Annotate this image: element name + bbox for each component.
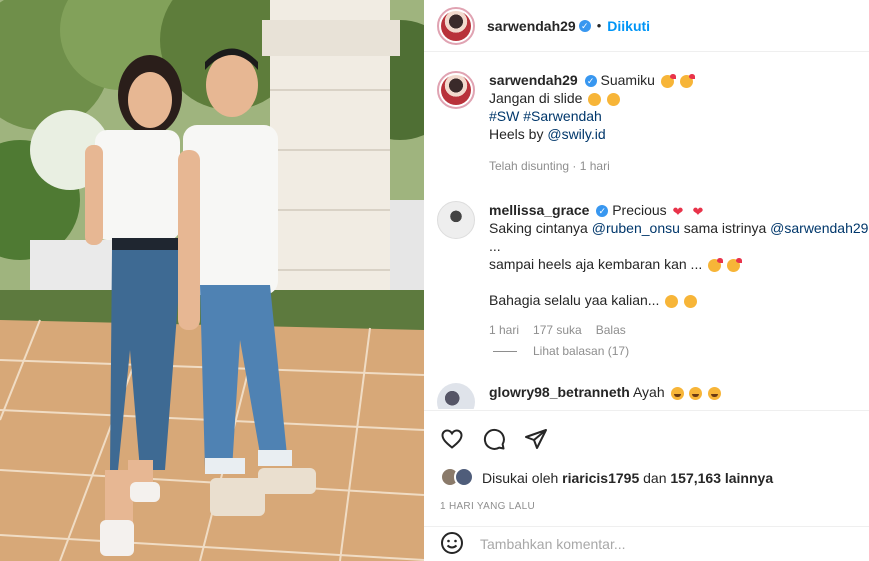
comment-text: Bahagia selalu yaa kalian... [489,292,660,308]
hashtag-link[interactable]: #Sarwendah [523,108,602,124]
view-replies-button[interactable]: Lihat balasan (17) [493,344,629,358]
hugging-emoji-icon [684,294,698,308]
liked-by-user[interactable]: riaricis1795 [562,470,639,486]
liked-by-mid: dan [643,470,667,486]
liked-by-count[interactable]: 157,163 lainnya [670,470,773,486]
heart-icon[interactable] [440,427,464,451]
comment-icon[interactable] [482,427,506,451]
post-photo[interactable] [0,0,424,561]
hugging-emoji-icon [665,294,679,308]
separator-dot: • [596,18,602,33]
mention-link[interactable]: @swily.id [547,126,605,142]
comment-input[interactable]: Tambahkan komentar... [480,536,626,552]
likes-summary: Disukai oleh riaricis1795 dan 157,163 la… [440,467,773,489]
author-avatar[interactable] [437,6,475,45]
liker-avatars [440,467,476,489]
comment-composer: Tambahkan komentar... [424,526,869,561]
verified-badge-icon: ✓ [578,19,591,32]
comment-text: Ayah [632,384,665,400]
post-header: sarwendah29 ✓ • Diikuti [424,0,869,52]
hugging-emoji-icon [588,92,602,106]
commenter-avatar[interactable] [437,383,475,409]
comment-text: Precious [612,202,667,218]
comment-text: Saking cintanya [489,220,588,236]
commenter-username[interactable]: glowry98_betranneth [489,384,630,400]
kiss-emoji-icon [708,257,724,272]
laughing-emoji-icon [708,386,722,400]
post-detail-panel: sarwendah29 ✓ • Diikuti sarwendah29 ✓ Su… [424,0,869,561]
caption-row: sarwendah29 ✓ Suamiku Jangan di slide #S… [437,71,869,175]
header-user-info: sarwendah29 ✓ • Diikuti [487,18,650,34]
comment-meta: 1 hari 177 suka Balas [489,321,869,339]
follow-status-button[interactable]: Diikuti [607,18,650,34]
post-actions-section: Disukai oleh riaricis1795 dan 157,163 la… [424,410,869,526]
comment-likes[interactable]: 177 suka [533,321,582,339]
laughing-emoji-icon [670,386,684,400]
kiss-emoji-icon [679,73,695,88]
author-username[interactable]: sarwendah29 [487,18,576,34]
comment-text: sama istrinya [683,220,767,236]
liked-by-prefix: Disukai oleh [482,470,559,486]
action-icons [440,427,548,451]
comment-body: mellissa_grace ✓ Precious Saking cintany… [489,201,869,339]
caption-body: sarwendah29 ✓ Suamiku Jangan di slide #S… [489,71,869,175]
comments-list[interactable]: sarwendah29 ✓ Suamiku Jangan di slide #S… [424,53,869,409]
caption-username[interactable]: sarwendah29 [489,72,578,88]
heart-emoji-icon [673,205,687,218]
verified-badge-icon: ✓ [584,75,597,88]
commenter-avatar[interactable] [437,201,475,239]
comment-text: sampai heels aja kembaran kan ... [489,256,703,272]
hugging-emoji-icon [607,92,621,106]
comment-row: glowry98_betranneth Ayah [437,383,869,409]
comment-body: glowry98_betranneth Ayah [489,383,869,409]
commenter-username[interactable]: mellissa_grace [489,202,589,218]
hashtag-link[interactable]: #SW [489,108,519,124]
comment-time: 1 hari [489,323,520,337]
comment-text: ... [489,238,501,254]
share-icon[interactable] [524,427,548,451]
kiss-emoji-icon [660,73,676,88]
comment-row: mellissa_grace ✓ Precious Saking cintany… [437,201,869,339]
heart-emoji-icon [692,205,706,218]
photo-illustration [0,0,424,561]
mention-link[interactable]: @sarwendah29 [770,220,868,236]
caption-avatar[interactable] [437,71,475,109]
reply-button[interactable]: Balas [596,321,626,339]
caption-line-1: Suamiku [600,72,655,88]
caption-line-4-prefix: Heels by [489,126,544,142]
mention-link[interactable]: @ruben_onsu [592,220,680,236]
laughing-emoji-icon [689,386,703,400]
caption-line-2: Jangan di slide [489,90,583,106]
liker-avatar[interactable] [454,467,474,487]
kiss-emoji-icon [727,257,743,272]
verified-badge-icon: ✓ [596,205,609,218]
caption-meta: Telah disunting · 1 hari [489,159,610,173]
view-replies-label: Lihat balasan (17) [533,344,630,358]
replies-divider [493,350,517,352]
post-timestamp[interactable]: 1 HARI YANG LALU [440,501,535,512]
smiley-icon[interactable] [440,531,464,558]
